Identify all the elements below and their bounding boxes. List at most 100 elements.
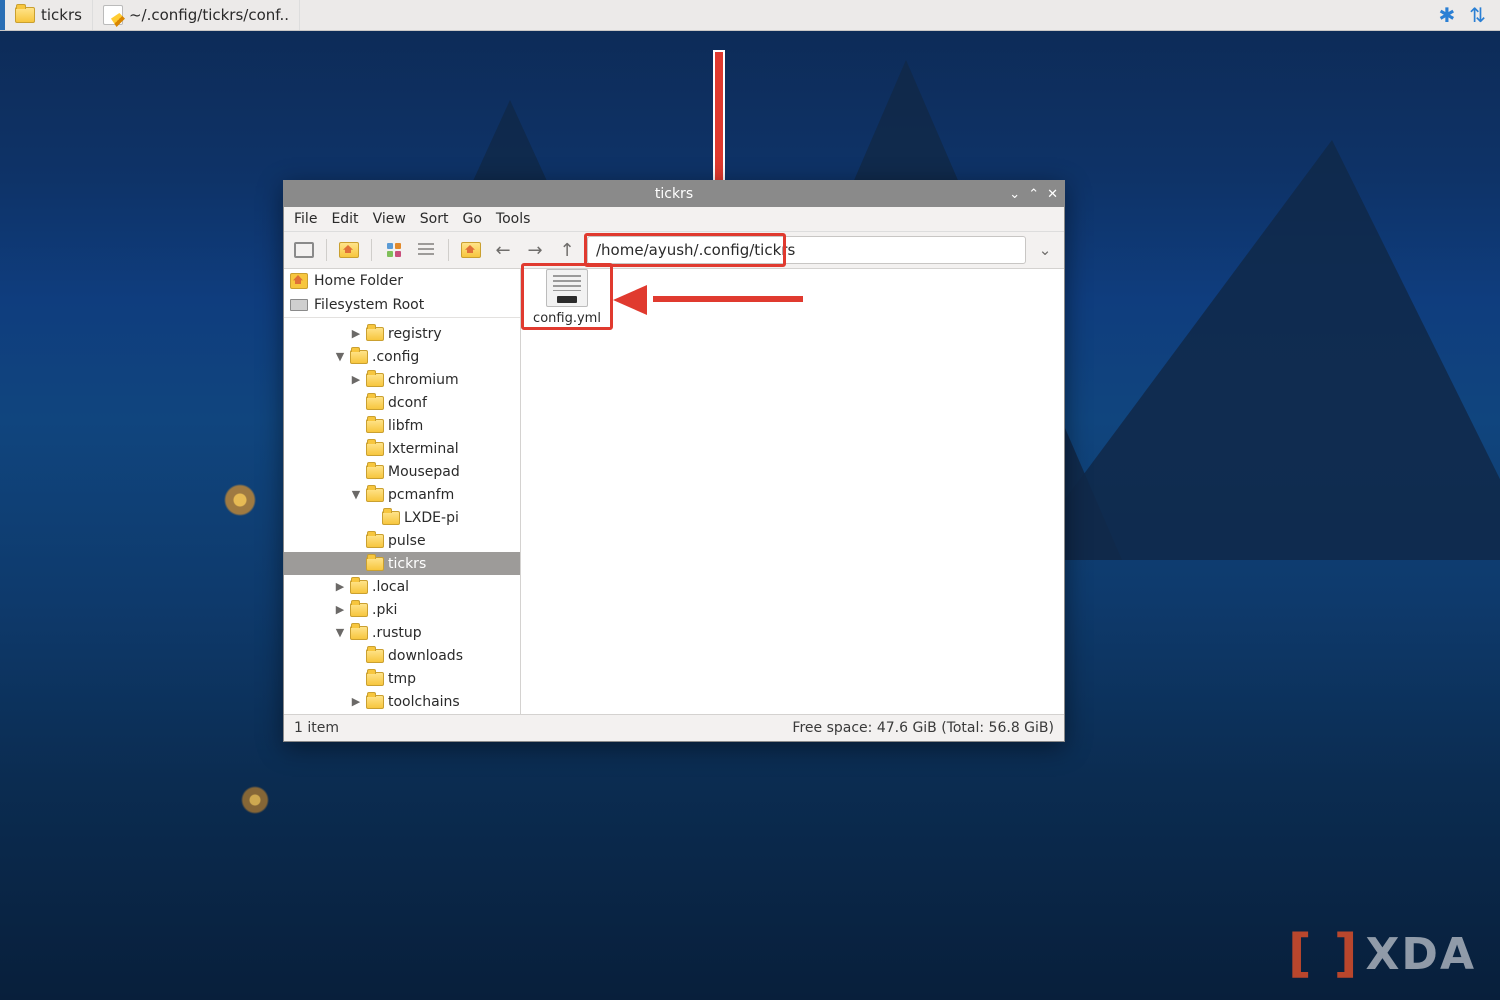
expander-icon[interactable]: ▶ <box>350 695 362 708</box>
menu-tools[interactable]: Tools <box>496 211 531 227</box>
folder-icon <box>350 580 368 594</box>
folder-icon <box>366 488 384 502</box>
address-bar[interactable]: /home/ayush/.config/tickrs <box>587 236 1026 264</box>
folder-icon <box>366 419 384 433</box>
status-freespace: Free space: 47.6 GiB (Total: 56.8 GiB) <box>792 720 1054 736</box>
folder-icon <box>382 511 400 525</box>
watermark-text: XDA <box>1366 929 1477 980</box>
window-close-icon[interactable]: ✕ <box>1047 187 1058 202</box>
tree-node-config[interactable]: ▼ .config <box>284 345 520 368</box>
expander-icon[interactable]: ▼ <box>334 350 346 363</box>
arrow-right-icon: → <box>527 240 542 261</box>
folder-icon <box>366 327 384 341</box>
expander-icon[interactable]: ▶ <box>350 373 362 386</box>
tree-node-mousepad[interactable]: Mousepad <box>284 460 520 483</box>
menu-view[interactable]: View <box>373 211 406 227</box>
expander-icon[interactable]: ▼ <box>350 488 362 501</box>
expander-icon[interactable]: ▶ <box>350 327 362 340</box>
tab-icon <box>294 242 314 258</box>
arrow-up-icon: ↑ <box>559 240 574 261</box>
tree-node-pcmanfm[interactable]: ▼pcmanfm <box>284 483 520 506</box>
open-folder-button[interactable] <box>337 238 361 262</box>
file-manager-window: tickrs ⌄ ⌃ ✕ File Edit View Sort Go Tool… <box>283 180 1065 742</box>
tree-node-pulse[interactable]: pulse <box>284 529 520 552</box>
menu-edit[interactable]: Edit <box>331 211 358 227</box>
tree-node-label: .local <box>372 579 409 595</box>
tree-node-registry[interactable]: ▶registry <box>284 322 520 345</box>
address-history-dropdown[interactable]: ⌄ <box>1034 241 1056 259</box>
tree-node-downloads[interactable]: downloads <box>284 644 520 667</box>
tree-node-libfm[interactable]: libfm <box>284 414 520 437</box>
expander-icon[interactable]: ▶ <box>334 603 346 616</box>
network-sync-icon[interactable]: ⇅ <box>1469 0 1486 30</box>
tree-node-tmp[interactable]: tmp <box>284 667 520 690</box>
status-items: 1 item <box>294 720 339 736</box>
tree-node-label: dconf <box>388 395 427 411</box>
taskbar-item-filemanager[interactable]: tickrs <box>0 0 93 30</box>
tree-node-rustup[interactable]: ▼.rustup <box>284 621 520 644</box>
toolbar: ← → ↑ /home/ayush/.config/tickrs ⌄ <box>284 232 1064 269</box>
wallpaper-mountain <box>1020 140 1500 560</box>
tree-node-toolchains[interactable]: ▶ toolchains <box>284 690 520 713</box>
file-item-config[interactable]: config.yml <box>527 269 607 326</box>
window-maximize-icon[interactable]: ⌃ <box>1028 187 1039 202</box>
tree-node-lxterminal[interactable]: lxterminal <box>284 437 520 460</box>
tree-node-label: pulse <box>388 533 426 549</box>
tree-node-label: tickrs <box>388 556 426 572</box>
tree-node-label: chromium <box>388 372 459 388</box>
watermark: [ ] XDA <box>1288 924 1476 984</box>
folder-icon <box>366 672 384 686</box>
folder-icon <box>366 373 384 387</box>
tree-node-dconf[interactable]: dconf <box>284 391 520 414</box>
tree-node-label: Mousepad <box>388 464 460 480</box>
annotation-arrow-left <box>613 285 803 315</box>
toolbar-separator <box>448 239 449 261</box>
toolbar-separator <box>326 239 327 261</box>
taskbar-item-editor[interactable]: ~/.config/tickrs/conf.. <box>93 0 300 30</box>
folder-icon <box>15 7 35 23</box>
folder-icon <box>366 465 384 479</box>
file-view[interactable]: config.yml <box>521 269 1064 714</box>
tree-node-local[interactable]: ▶ .local <box>284 575 520 598</box>
tree-node-label: .config <box>372 349 419 365</box>
menu-sort[interactable]: Sort <box>420 211 449 227</box>
tree-node-label: toolchains <box>388 694 460 710</box>
tree-node-label: downloads <box>388 648 463 664</box>
icon-view-button[interactable] <box>382 238 406 262</box>
tree-node-lxdepi[interactable]: LXDE-pi <box>284 506 520 529</box>
list-view-button[interactable] <box>414 238 438 262</box>
tree-node-pki[interactable]: ▶.pki <box>284 598 520 621</box>
folder-icon <box>366 649 384 663</box>
expander-icon[interactable]: ▶ <box>334 580 346 593</box>
home-button[interactable] <box>459 238 483 262</box>
tree-node-tickrs[interactable]: tickrs <box>284 552 520 575</box>
menu-go[interactable]: Go <box>463 211 482 227</box>
file-item-label: config.yml <box>527 311 607 326</box>
taskbar-item-label: tickrs <box>41 6 82 24</box>
folder-icon <box>350 350 368 364</box>
status-bar: 1 item Free space: 47.6 GiB (Total: 56.8… <box>284 714 1064 741</box>
folder-icon <box>366 534 384 548</box>
bluetooth-icon[interactable]: ✱ <box>1438 0 1455 30</box>
window-titlebar[interactable]: tickrs ⌄ ⌃ ✕ <box>284 181 1064 207</box>
folder-icon <box>339 242 359 258</box>
chevron-down-icon: ⌄ <box>1039 241 1052 259</box>
new-tab-button[interactable] <box>292 238 316 262</box>
sidebar-place-label: Filesystem Root <box>314 297 424 313</box>
sidebar-place-root[interactable]: Filesystem Root <box>284 293 520 317</box>
menu-file[interactable]: File <box>294 211 317 227</box>
nav-forward-button[interactable]: → <box>523 238 547 262</box>
window-minimize-icon[interactable]: ⌄ <box>1009 187 1020 202</box>
tree-node-label: LXDE-pi <box>404 510 459 526</box>
sidebar-place-home[interactable]: Home Folder <box>284 269 520 293</box>
folder-icon <box>366 695 384 709</box>
tree-node-label: libfm <box>388 418 423 434</box>
expander-icon[interactable]: ▼ <box>334 626 346 639</box>
tree-node-chromium[interactable]: ▶ chromium <box>284 368 520 391</box>
tree-node-label: lxterminal <box>388 441 459 457</box>
disk-icon <box>290 299 308 311</box>
nav-up-button[interactable]: ↑ <box>555 238 579 262</box>
nav-back-button[interactable]: ← <box>491 238 515 262</box>
arrow-left-icon: ← <box>495 240 510 261</box>
folder-icon <box>350 626 368 640</box>
